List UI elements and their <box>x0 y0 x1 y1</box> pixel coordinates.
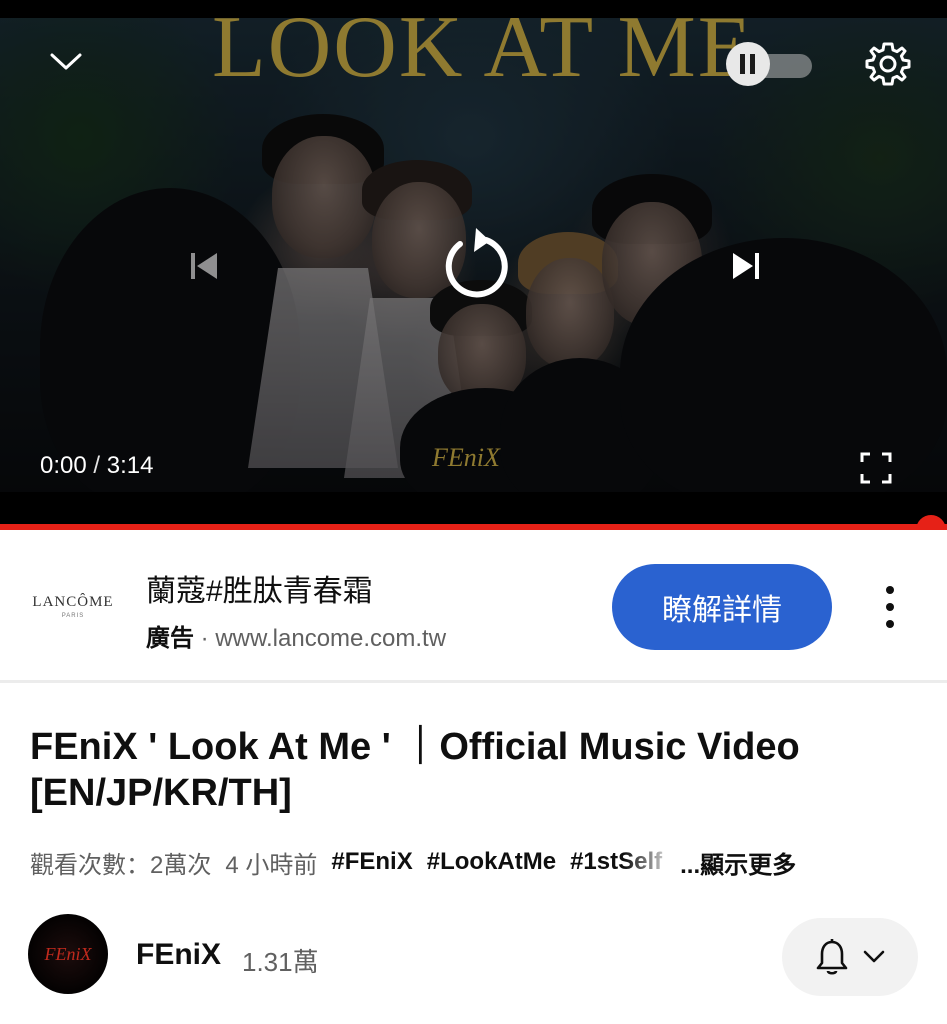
chevron-down-icon <box>863 950 885 963</box>
hashtag-link[interactable]: #1stSelf <box>570 848 662 875</box>
ad-separator: · <box>194 625 216 652</box>
gear-icon <box>865 42 911 86</box>
video-title-overlay: LOOK AT ME <box>212 0 754 96</box>
notification-bell-button[interactable] <box>782 918 918 996</box>
bell-icon <box>816 939 848 975</box>
duration: 3:14 <box>106 452 154 479</box>
autoplay-toggle[interactable] <box>726 42 812 86</box>
hashtag-list: #FEniX #LookAtMe #1stSelf <box>331 848 676 876</box>
fullscreen-icon <box>860 452 892 484</box>
next-button[interactable] <box>722 244 770 288</box>
collapse-button[interactable] <box>44 42 88 82</box>
channel-avatar-text: FEniX <box>44 943 92 964</box>
previous-button[interactable] <box>180 244 228 288</box>
time-separator: / <box>93 452 101 479</box>
learn-more-button[interactable]: 瞭解詳情 <box>612 564 832 650</box>
pause-icon <box>740 54 755 74</box>
fullscreen-button[interactable] <box>856 450 896 486</box>
view-count: 觀看次數：2萬次 <box>30 851 212 879</box>
more-vert-icon <box>886 586 894 594</box>
upload-age: 4 小時前 <box>225 851 318 879</box>
progress-bar[interactable] <box>0 524 947 530</box>
channel-name[interactable]: FEniX <box>136 938 221 972</box>
ad-title[interactable]: 蘭蔻#胜肽青春霜 <box>146 566 373 610</box>
current-time: 0:00 <box>40 452 87 479</box>
replay-button[interactable] <box>436 222 512 306</box>
chevron-down-icon <box>50 53 82 70</box>
progress-scrubber[interactable] <box>916 515 946 530</box>
ad-label: 廣告 <box>146 625 194 652</box>
time-display: 0:00 / 3:14 <box>40 452 153 480</box>
more-vert-icon <box>886 603 894 611</box>
video-logo-overlay: FEniX <box>432 443 500 472</box>
ad-url[interactable]: www.lancome.com.tw <box>215 625 446 652</box>
subscriber-count: 1.31萬 <box>242 947 319 977</box>
replay-icon <box>445 228 508 298</box>
video-title[interactable]: FEniX ' Look At Me ' ｜Official Music Vid… <box>30 724 930 816</box>
ad-more-options-button[interactable] <box>870 582 910 632</box>
show-more-link[interactable]: ...顯示更多 <box>680 845 796 880</box>
video-player[interactable]: LOOK AT ME FEniX 0:00 / 3:14 <box>0 0 947 530</box>
advertiser-logo[interactable]: LANCÔME PARIS <box>30 582 116 630</box>
channel-avatar[interactable]: FEniX <box>28 914 108 994</box>
advertiser-logo-subtext: PARIS <box>61 612 85 619</box>
ad-banner[interactable]: LANCÔME PARIS 蘭蔻#胜肽青春霜 廣告 · www.lancome.… <box>0 538 947 680</box>
skip-next-icon <box>733 253 759 279</box>
video-meta-row[interactable]: 觀看次數：2萬次 4 小時前 #FEniX #LookAtMe #1stSelf .… <box>30 842 920 882</box>
ad-meta: 廣告 · www.lancome.com.tw <box>146 618 446 653</box>
autoplay-knob <box>726 42 770 86</box>
advertiser-logo-text: LANCÔME <box>32 593 114 610</box>
more-vert-icon <box>886 620 894 628</box>
skip-previous-icon <box>191 253 217 279</box>
hashtag-link[interactable]: #FEniX <box>331 848 412 875</box>
settings-button[interactable] <box>862 38 914 90</box>
hashtag-link[interactable]: #LookAtMe <box>427 848 556 875</box>
divider <box>0 680 947 683</box>
